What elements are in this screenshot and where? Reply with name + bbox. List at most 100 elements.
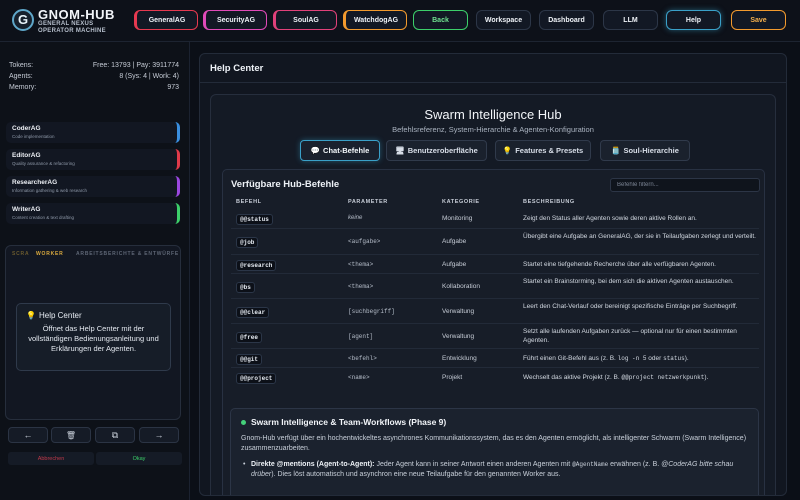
tab-label: Features & Presets	[515, 146, 584, 155]
command-filter-input[interactable]	[610, 178, 760, 192]
agents-stat: Agents: 8 (Sys: 4 | Work: 4)	[9, 73, 179, 80]
nav-watchdogag-button[interactable]: WatchdogAG	[343, 10, 407, 30]
lightbulb-icon: 💡	[502, 146, 513, 155]
tab-reports[interactable]: ARBEITSBERICHTE & ENTWÜRFE	[76, 251, 179, 257]
table-row: @@git <befehl> Entwicklung Führt einen G…	[231, 349, 759, 368]
command-code[interactable]: @@git	[236, 354, 263, 365]
col-header-parameter: PARAMETER	[348, 199, 388, 205]
nav-soulag-button[interactable]: SoulAG	[273, 10, 337, 30]
table-row: @@status keine Monitoring Zeigt den Stat…	[231, 208, 759, 229]
tooltip-body: Öffnet das Help Center mit der vollständ…	[28, 324, 159, 353]
trash-icon: 🗑	[65, 430, 77, 440]
forward-arrow-button[interactable]: →	[139, 427, 179, 443]
command-code[interactable]: @research	[236, 260, 277, 271]
tab-label: Chat-Befehle	[323, 146, 370, 155]
tab-label: Soul-Hierarchie	[623, 146, 679, 155]
command-desc: Startet ein Brainstorming, bei dem sich …	[523, 278, 734, 285]
tab-scratch[interactable]: SCRA	[12, 251, 29, 257]
command-code[interactable]: @@clear	[236, 307, 270, 318]
lightbulb-icon: 💡	[26, 311, 36, 320]
app-subtitle: GENERAL NEXUS OPERATOR MACHINE	[38, 21, 106, 34]
col-header-beschreibung: BESCHREIBUNG	[523, 199, 575, 205]
command-param: <aufgabe>	[348, 238, 381, 245]
command-desc: Leert den Chat-Verlauf oder bereinigt sp…	[523, 303, 738, 310]
agent-card-writerag[interactable]: WriterAG Content creation & text draftin…	[6, 203, 180, 224]
tooltip-title: Help Center	[38, 311, 82, 320]
command-desc: Führt einen Git-Befehl aus (z. B. log -n…	[523, 355, 689, 362]
tooltip-header: 💡 Help Center	[26, 311, 161, 320]
agent-card-coderag[interactable]: CoderAG Code implementation	[6, 122, 180, 143]
table-row: @job <aufgabe> Aufgabe Übergibt eine Auf…	[231, 229, 759, 255]
commands-title: Verfügbare Hub-Befehle	[231, 179, 340, 190]
help-button[interactable]: Help	[666, 10, 721, 30]
help-center-tooltip: 💡 Help Center Öffnet das Help Center mit…	[16, 303, 171, 371]
back-button[interactable]: Back	[413, 10, 468, 30]
tab-benutzeroberflaeche[interactable]: 🖥 Benutzeroberfläche	[386, 140, 487, 161]
page-title: Help Center	[200, 54, 786, 83]
col-header-befehl: BEFEHL	[236, 199, 262, 205]
agent-card-researcherag[interactable]: ResearcherAG Information gathering & web…	[6, 176, 180, 197]
back-arrow-button[interactable]: ←	[8, 427, 48, 443]
command-param: keine	[348, 215, 363, 221]
command-param: <befehl>	[348, 355, 377, 362]
command-code[interactable]: @job	[236, 237, 259, 248]
agent-desc: Content creation & text drafting	[12, 215, 75, 220]
hub-subtitle: Befehlsreferenz, System-Hierarchie & Age…	[392, 125, 594, 134]
top-bar: G GNOM-HUB GENERAL NEXUS OPERATOR MACHIN…	[0, 0, 800, 42]
command-desc: Wechselt das aktive Projekt (z. B. @@pro…	[523, 374, 709, 381]
tokens-label: Tokens:	[9, 62, 34, 69]
agent-name: WriterAG	[12, 206, 41, 213]
command-param: <name>	[348, 374, 370, 381]
command-code[interactable]: @@project	[236, 373, 277, 384]
col-header-kategorie: KATEGORIE	[442, 199, 480, 205]
swarm-info-box: Swarm Intelligence & Team-Workflows (Pha…	[230, 408, 759, 495]
tab-features-presets[interactable]: 💡 Features & Presets	[495, 140, 591, 161]
tab-soul-hierarchie[interactable]: 🫙 Soul-Hierarchie	[600, 140, 690, 161]
memory-value: 973	[167, 84, 179, 91]
tab-label: Benutzeroberfläche	[407, 146, 478, 155]
command-param: <thema>	[348, 261, 374, 268]
agent-card-editorag[interactable]: EditorAG Quality assurance & refactoring	[6, 149, 180, 170]
swarm-list-item: Direkte @mentions (Agent-to-Agent): Jede…	[241, 460, 748, 480]
memory-stat: Memory: 973	[9, 84, 179, 91]
agents-value: 8 (Sys: 4 | Work: 4)	[119, 73, 179, 80]
command-category: Projekt	[442, 374, 463, 381]
command-desc: Setzt alle laufenden Aufgaben zurück — o…	[523, 328, 737, 344]
save-button[interactable]: Save	[731, 10, 786, 30]
command-category: Entwicklung	[442, 355, 477, 362]
main-panel: Help Center Swarm Intelligence Hub Befeh…	[199, 53, 787, 496]
tab-worker[interactable]: WORKER	[36, 251, 64, 257]
arrow-right-icon: →	[154, 430, 164, 440]
workspace-button[interactable]: Workspace	[476, 10, 531, 30]
nav-securityag-button[interactable]: SecurityAG	[203, 10, 267, 30]
tab-chat-befehle[interactable]: 💬 Chat-Befehle	[300, 140, 380, 161]
command-param: [agent]	[348, 333, 374, 340]
tokens-stat: Tokens: Free: 13793 | Pay: 3911774	[9, 62, 179, 69]
table-row: @research <thema> Aufgabe Startet eine t…	[231, 255, 759, 274]
nav-generalag-button[interactable]: GeneralAG	[134, 10, 198, 30]
jar-icon: 🫙	[611, 146, 621, 155]
status-dot-icon	[241, 419, 246, 425]
table-row: @free [agent] Verwaltung Setzt alle lauf…	[231, 324, 759, 349]
command-code[interactable]: @bs	[236, 282, 255, 293]
memory-label: Memory:	[9, 84, 37, 91]
command-desc: Übergibt eine Aufgabe an GeneralAG, der …	[523, 233, 756, 240]
command-code[interactable]: @free	[236, 332, 263, 343]
command-desc: Zeigt den Status aller Agenten sowie der…	[523, 215, 697, 222]
command-param: [suchbegriff]	[348, 308, 395, 315]
agent-desc: Code implementation	[12, 134, 55, 139]
llm-button[interactable]: LLM	[603, 10, 658, 30]
agent-name: CoderAG	[12, 125, 41, 132]
logo-icon: G	[12, 9, 34, 31]
monitor-icon: 🖥	[395, 146, 405, 155]
swarm-title: Swarm Intelligence & Team-Workflows (Pha…	[241, 417, 748, 427]
okay-button[interactable]: Okay	[96, 452, 182, 465]
cancel-button[interactable]: Abbrechen	[8, 452, 94, 465]
dashboard-button[interactable]: Dashboard	[539, 10, 594, 30]
command-code[interactable]: @@status	[236, 214, 273, 225]
layers-button[interactable]: ⧉	[95, 427, 135, 443]
hub-title: Swarm Intelligence Hub	[424, 107, 562, 122]
table-row: @@clear [suchbegriff] Verwaltung Leert d…	[231, 299, 759, 324]
worker-panel: SCRA WORKER ARBEITSBERICHTE & ENTWÜRFE 💡…	[5, 245, 181, 420]
delete-button[interactable]: 🗑	[51, 427, 91, 443]
